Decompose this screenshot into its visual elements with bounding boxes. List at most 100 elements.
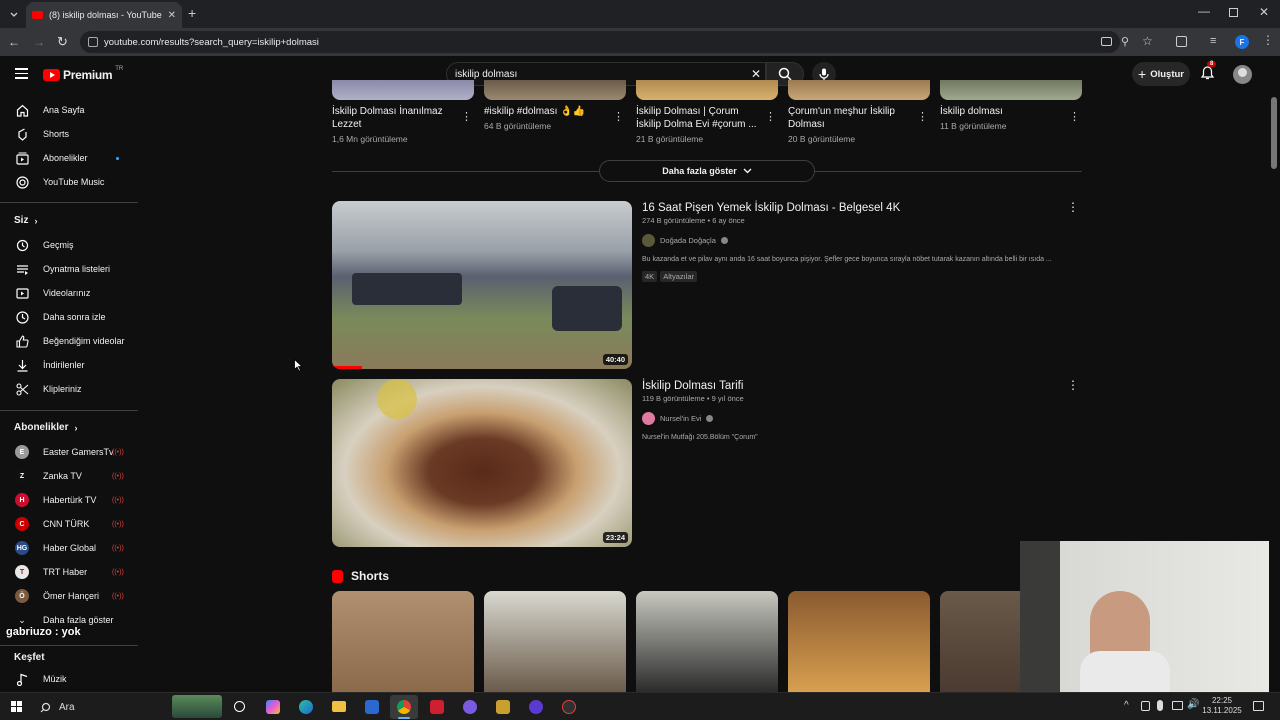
sidebar-item-music[interactable]: Müzik — [0, 668, 138, 690]
file-explorer-icon[interactable] — [332, 701, 346, 712]
sidebar-item-shorts[interactable]: Shorts — [0, 123, 138, 145]
profile-avatar[interactable]: F — [1235, 35, 1249, 49]
discord-icon[interactable] — [463, 700, 477, 714]
bookmark-star-icon[interactable]: ☆ — [1142, 34, 1153, 48]
outlook-icon[interactable] — [365, 700, 379, 714]
clear-search-icon[interactable]: ✕ — [751, 67, 761, 81]
video-title[interactable]: İskilip Dolması İnanılmaz Lezzet — [332, 105, 454, 131]
channel-info[interactable]: Doğada Doğaçla — [642, 234, 1062, 247]
sidebar-item-history[interactable]: Geçmiş — [0, 234, 138, 256]
hamburger-menu-icon[interactable] — [15, 68, 28, 79]
network-icon[interactable] — [1172, 701, 1183, 710]
video-title[interactable]: İskilip Dolması Tarifi — [642, 380, 1062, 392]
subscription-channel[interactable]: C CNN TÜRK ((•)) — [0, 513, 138, 535]
browser-tab[interactable]: (8) iskilip dolması - YouTube ✕ — [26, 2, 182, 28]
top-row-video[interactable]: İskilip dolması 11 B görüntüleme — [940, 105, 1062, 131]
video-thumbnail[interactable]: 23:24 — [332, 379, 632, 547]
video-thumbnail[interactable]: 40:40 — [332, 201, 632, 369]
windows-start-icon[interactable] — [11, 701, 22, 712]
subscription-channel[interactable]: HG Haber Global ((•)) — [0, 537, 138, 559]
short-thumbnail[interactable] — [788, 591, 930, 693]
subscription-channel[interactable]: Ö Ömer Hançeri ((•)) — [0, 585, 138, 607]
extensions-icon[interactable] — [1176, 36, 1187, 47]
tray-chevron-icon[interactable]: ^ — [1124, 700, 1129, 711]
live-indicator-icon: ((•)) — [112, 568, 124, 576]
sidebar-section-you[interactable]: Siz › — [14, 215, 37, 226]
forward-icon[interactable]: → — [33, 35, 45, 49]
notifications-button[interactable]: 8 — [1201, 61, 1217, 80]
sidebar-item-home[interactable]: Ana Sayfa — [0, 99, 138, 121]
obs-icon[interactable] — [562, 700, 576, 714]
top-row-video[interactable]: Çorum'un meşhur İskilip Dolması 20 B gör… — [788, 105, 910, 144]
short-thumbnail[interactable] — [332, 591, 474, 693]
channel-info[interactable]: Nursel'in Evi — [642, 412, 1062, 425]
sidebar-item-watch-later[interactable]: Daha sonra izle — [0, 306, 138, 328]
sidebar-section-subscriptions[interactable]: Abonelikler › — [14, 422, 77, 433]
chrome-icon[interactable] — [397, 700, 411, 714]
video-thumbnail[interactable] — [332, 80, 474, 100]
top-row-video[interactable]: İskilip Dolması İnanılmaz Lezzet 1,6 Mn … — [332, 105, 454, 144]
copilot-icon[interactable] — [266, 700, 280, 714]
create-button[interactable]: + Oluştur — [1132, 62, 1190, 86]
sidebar-item-youtube-music[interactable]: YouTube Music — [0, 171, 138, 193]
app-icon[interactable] — [529, 700, 543, 714]
tray-app-icon[interactable] — [1141, 701, 1150, 711]
sidebar-item-subscriptions[interactable]: Abonelikler — [0, 147, 138, 169]
account-avatar[interactable] — [1233, 65, 1252, 84]
subscription-channel[interactable]: H Habertürk TV ((•)) — [0, 489, 138, 511]
subscription-channel[interactable]: Z Zanka TV ((•)) — [0, 465, 138, 487]
more-options-icon[interactable]: ⋮ — [1069, 110, 1080, 123]
edge-icon[interactable] — [299, 700, 313, 714]
browser-menu-icon[interactable]: ⋮ — [1262, 33, 1274, 47]
video-thumbnail[interactable] — [940, 80, 1082, 100]
media-control-icon[interactable]: ≡ — [1210, 35, 1216, 47]
top-row-video[interactable]: #iskilip #dolması 👌👍 64 B görüntüleme — [484, 105, 606, 131]
league-icon[interactable] — [496, 700, 510, 714]
more-options-icon[interactable]: ⋮ — [461, 110, 472, 123]
video-title[interactable]: Çorum'un meşhur İskilip Dolması — [788, 105, 910, 131]
page-scrollbar[interactable] — [1271, 97, 1277, 169]
install-icon[interactable] — [1101, 37, 1112, 46]
subscription-channel[interactable]: T TRT Haber ((•)) — [0, 561, 138, 583]
cortana-icon[interactable] — [234, 701, 245, 712]
tab-close-icon[interactable]: ✕ — [168, 10, 176, 21]
taskbar-clock[interactable]: 22:25 13.11.2025 — [1200, 696, 1244, 716]
more-options-icon[interactable]: ⋮ — [917, 110, 928, 123]
short-thumbnail[interactable] — [636, 591, 778, 693]
reload-icon[interactable]: ↻ — [57, 34, 68, 50]
volume-icon[interactable]: 🔊 — [1187, 699, 1199, 710]
sidebar-item-clips[interactable]: Klipleriniz — [0, 378, 138, 400]
microphone-icon[interactable] — [1157, 700, 1163, 711]
tab-search-icon[interactable] — [6, 6, 22, 22]
video-thumbnail[interactable] — [788, 80, 930, 100]
video-title[interactable]: 16 Saat Pişen Yemek İskilip Dolması - Be… — [642, 202, 1062, 214]
video-title[interactable]: İskilip Dolması | Çorum İskilip Dolma Ev… — [636, 105, 758, 131]
video-thumbnail[interactable] — [484, 80, 626, 100]
more-options-icon[interactable]: ⋮ — [1067, 378, 1079, 392]
window-close-icon[interactable]: ✕ — [1259, 5, 1269, 19]
short-thumbnail[interactable] — [484, 591, 626, 693]
video-title[interactable]: #iskilip #dolması 👌👍 — [484, 105, 606, 118]
sidebar-item-playlists[interactable]: Oynatma listeleri — [0, 258, 138, 280]
video-thumbnail[interactable] — [636, 80, 778, 100]
restore-icon[interactable] — [1229, 8, 1238, 17]
address-bar[interactable]: youtube.com/results?search_query=iskilip… — [80, 31, 1153, 53]
more-options-icon[interactable]: ⋮ — [765, 110, 776, 123]
site-info-icon[interactable] — [88, 37, 98, 47]
show-more-button[interactable]: Daha fazla göster — [599, 160, 815, 182]
more-options-icon[interactable]: ⋮ — [1067, 200, 1079, 214]
video-title[interactable]: İskilip dolması — [940, 105, 1062, 118]
sidebar-item-your-videos[interactable]: Videolarınız — [0, 282, 138, 304]
top-row-video[interactable]: İskilip Dolması | Çorum İskilip Dolma Ev… — [636, 105, 758, 144]
youtube-logo[interactable]: Premium TR — [43, 66, 123, 82]
minimize-icon[interactable]: — — [1198, 4, 1210, 18]
sidebar-item-downloads[interactable]: İndirilenler — [0, 354, 138, 376]
new-tab-icon[interactable]: + — [188, 5, 196, 21]
notification-center-icon[interactable] — [1253, 701, 1264, 711]
sidebar-item-liked-videos[interactable]: Beğendiğim videolar — [0, 330, 138, 352]
more-options-icon[interactable]: ⋮ — [613, 110, 624, 123]
back-icon[interactable]: ← — [8, 35, 20, 49]
app-icon[interactable] — [430, 700, 444, 714]
subscription-channel[interactable]: E Easter GamersTv ((•)) — [0, 441, 138, 463]
zoom-icon[interactable]: ⚲ — [1121, 35, 1129, 48]
